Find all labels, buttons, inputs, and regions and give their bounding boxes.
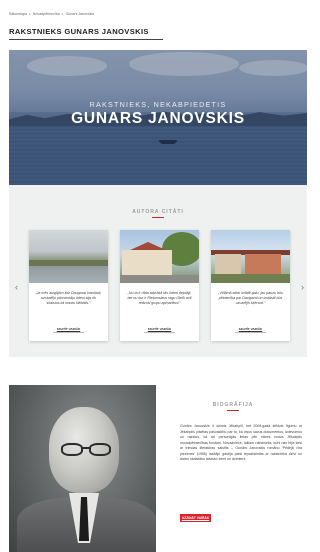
portrait-glasses (89, 443, 111, 456)
breadcrumb-local-history-link[interactable]: Novadpētniecība (33, 12, 60, 16)
photo-road (120, 275, 199, 283)
carousel-prev-arrow-icon[interactable]: ‹ (15, 282, 18, 292)
photo-ground (211, 274, 290, 283)
title-underline (9, 39, 163, 40)
quote-text: „Ja mēs aizgājām līdz Daugavai kraslāvā,… (35, 291, 102, 305)
hero-banner: RAKSTNIEKS, NEKABPIEDETIS GUNARS JANOVSK… (9, 50, 307, 185)
hero-subtitle: RAKSTNIEKS, NEKABPIEDETIS (89, 100, 227, 109)
quote-photo-town (211, 230, 290, 283)
quote-card: „Ja mēs aizgājām līdz Daugavai kraslāvā,… (29, 230, 108, 341)
quote-photo-lake (29, 230, 108, 283)
author-quotes-section: AUTORA CITĀTI ‹ › „Ja mēs aizgājām līdz … (9, 185, 307, 357)
quotes-heading-underline (152, 217, 164, 218)
breadcrumb-separator: ▸ (28, 12, 31, 16)
breadcrumb-home-link[interactable]: Sākumlapa (9, 12, 27, 16)
carousel-next-arrow-icon[interactable]: › (301, 282, 304, 292)
quote-read-more-button[interactable]: SKATĪT VAIRĀK (144, 326, 175, 333)
hero-name: GUNARS JANOVSKIS (71, 110, 245, 127)
photo-house (122, 250, 172, 277)
breadcrumb-current: Gunars Janovskis (65, 12, 95, 16)
page-title: RAKSTNIEKS GUNARS JANOVSKIS (9, 27, 149, 36)
photo-building (215, 254, 241, 274)
quote-card: „Nu ta ir rāda stiprākā tās ūdeni dejotā… (120, 230, 199, 341)
quote-read-more-button[interactable]: SKATĪT VAIRĀK (235, 326, 266, 333)
biography-text: Gunārs Janovskis ir dzimis Jēkabpilī, be… (180, 424, 302, 461)
quote-text: „Nu ta ir rāda stiprākā tās ūdeni dejotā… (127, 291, 192, 305)
quote-text: „Vēlāmā atkal izrādīt galu, jau pauzu bū… (218, 291, 283, 305)
quote-photo-street (120, 230, 199, 283)
quote-read-more-button[interactable]: SKATĪT VAIRĀK (53, 326, 84, 333)
photo-building (245, 254, 281, 274)
author-portrait (9, 385, 156, 552)
biography-heading: BIOGRĀFIJA (212, 402, 254, 408)
biography-section: BIOGRĀFIJA Gunārs Janovskis ir dzimis Jē… (163, 385, 303, 552)
biography-read-more-button[interactable]: UZZINĀT VAIRĀK (180, 514, 211, 522)
portrait-glasses (61, 443, 83, 456)
biography-heading-underline (227, 410, 239, 411)
quotes-heading: AUTORA CITĀTI (132, 209, 184, 215)
quote-card: „Vēlāmā atkal izrādīt galu, jau pauzu bū… (211, 230, 290, 341)
breadcrumb-separator: ▸ (61, 12, 64, 16)
photo-water (29, 266, 108, 283)
breadcrumb: Sākumlapa ▸ Novadpētniecība ▸ Gunars Janovsk… (9, 12, 94, 16)
portrait-glasses-bridge (82, 447, 90, 449)
